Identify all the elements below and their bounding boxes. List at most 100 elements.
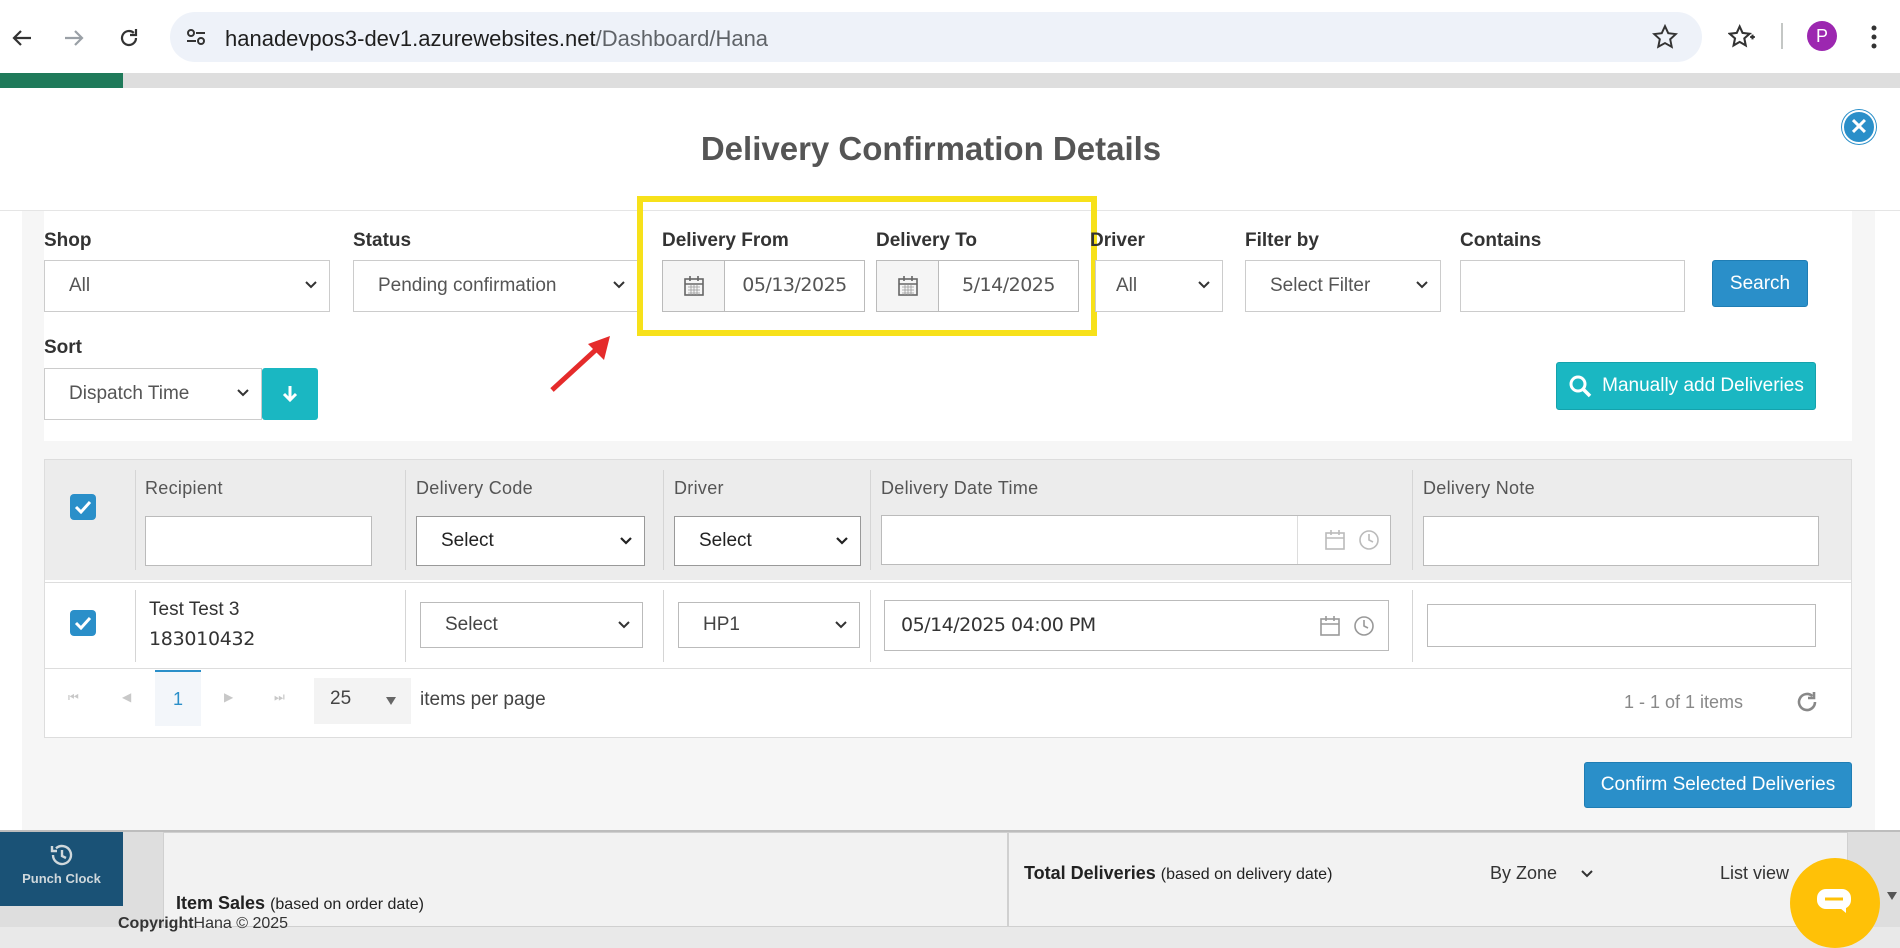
driver-label: Driver [1090, 230, 1145, 251]
contains-input[interactable] [1460, 260, 1685, 312]
page-number-current[interactable]: 1 [155, 670, 201, 726]
calendar-icon[interactable] [1319, 615, 1341, 637]
status-select[interactable]: Pending confirmation [353, 260, 638, 312]
shop-select[interactable]: All [44, 260, 330, 312]
driver-select[interactable]: All [1095, 260, 1223, 312]
address-bar[interactable]: hanadevpos3-dev1.azurewebsites.net/Dashb… [170, 12, 1702, 62]
header-recipient[interactable]: Recipient [145, 478, 223, 499]
recipient-phone: 183010432 [149, 628, 256, 650]
recipient-name: Test Test 3 [149, 599, 240, 620]
search-button[interactable]: Search [1712, 260, 1808, 307]
confirm-selected-deliveries-button[interactable]: Confirm Selected Deliveries [1584, 762, 1852, 808]
url-path: /Dashboard/Hana [595, 26, 769, 51]
header-driver[interactable]: Driver [674, 478, 724, 499]
browser-menu-icon[interactable] [1870, 24, 1878, 55]
chevron-down-icon [1581, 870, 1593, 878]
punch-clock-label: Punch Clock [22, 871, 101, 886]
chevron-down-icon [613, 281, 625, 289]
clock-icon[interactable] [1358, 529, 1380, 551]
delivery-datetime-filter[interactable] [881, 515, 1391, 565]
filter-by-select-value: Select Filter [1270, 275, 1371, 296]
item-sales-title-text: Item Sales [176, 893, 266, 913]
column-divider [1412, 470, 1413, 570]
row-driver-select[interactable]: HP1 [678, 602, 860, 648]
recipient-filter-input[interactable] [145, 516, 372, 566]
column-divider [663, 590, 664, 662]
shop-label: Shop [44, 230, 92, 251]
row-delivery-code-select[interactable]: Select [420, 602, 643, 648]
by-zone-label: By Zone [1490, 863, 1558, 883]
item-sales-note: (based on order date) [270, 896, 424, 913]
delivery-note-filter-input[interactable] [1423, 516, 1819, 566]
forward-icon[interactable] [60, 24, 88, 52]
contains-label: Contains [1460, 230, 1542, 251]
sort-label: Sort [44, 337, 82, 358]
sort-select-value: Dispatch Time [69, 383, 190, 404]
modal-title: Delivery Confirmation Details [700, 130, 1162, 167]
driver-filter-value: Select [699, 530, 752, 551]
filter-by-select[interactable]: Select Filter [1245, 260, 1441, 312]
chevron-down-icon [836, 537, 848, 545]
column-divider [405, 470, 406, 570]
checkmark-icon [74, 500, 92, 514]
manually-add-deliveries-button[interactable]: Manually add Deliveries [1556, 362, 1816, 410]
row-delivery-datetime-value: 05/14/2025 04:00 PM [901, 614, 1096, 636]
chat-launcher-button[interactable] [1790, 858, 1880, 948]
next-page-icon[interactable]: ▶ [224, 690, 233, 704]
back-icon[interactable] [8, 24, 36, 52]
url-host: hanadevpos3-dev1.azurewebsites.net [225, 26, 596, 51]
chat-icon [1817, 889, 1851, 913]
checkmark-icon [74, 616, 92, 630]
status-label: Status [353, 230, 412, 251]
select-all-checkbox[interactable] [70, 494, 96, 520]
reload-icon[interactable] [115, 24, 143, 52]
profile-avatar[interactable]: P [1807, 21, 1837, 51]
clock-icon[interactable] [1353, 615, 1375, 637]
chevron-down-icon [1416, 281, 1428, 289]
last-page-icon[interactable]: ⏭ [274, 690, 285, 705]
list-view-toggle[interactable]: List view [1720, 863, 1789, 884]
copyright-bold: Copyright [118, 915, 194, 932]
clock-history-icon [0, 842, 123, 871]
row-delivery-datetime-input[interactable]: 05/14/2025 04:00 PM [884, 600, 1389, 651]
row-delivery-note-input[interactable] [1427, 604, 1816, 647]
toolbar-divider [1781, 23, 1783, 49]
modal-bottom-border [0, 830, 1900, 832]
calendar-icon[interactable] [1324, 529, 1346, 551]
page-size-value: 25 [330, 688, 352, 709]
url-text: hanadevpos3-dev1.azurewebsites.net/Dashb… [225, 26, 768, 52]
bookmarks-icon[interactable] [1727, 23, 1756, 56]
filter-by-label: Filter by [1245, 230, 1319, 251]
delivery-code-filter-select[interactable]: Select [416, 516, 645, 566]
previous-page-icon[interactable]: ◀ [122, 690, 131, 704]
row-checkbox[interactable] [70, 610, 96, 636]
column-divider [870, 590, 871, 662]
first-page-icon[interactable]: ⏮ [68, 690, 79, 705]
column-divider [135, 590, 136, 662]
pager-summary: 1 - 1 of 1 items [1624, 692, 1744, 712]
copyright-text: Hana © 2025 [193, 915, 289, 932]
punch-clock-button[interactable]: Punch Clock [0, 832, 123, 906]
close-modal-button[interactable]: ✕ [1842, 110, 1876, 144]
header-delivery-date-time[interactable]: Delivery Date Time [881, 478, 1038, 499]
close-icon: ✕ [1849, 114, 1869, 139]
sort-select[interactable]: Dispatch Time [44, 368, 262, 420]
column-divider [663, 470, 664, 570]
header-delivery-note[interactable]: Delivery Note [1423, 478, 1535, 499]
search-icon [1569, 375, 1592, 398]
refresh-icon[interactable] [1794, 689, 1820, 720]
bookmark-star-icon[interactable] [1651, 23, 1679, 55]
caret-down-icon [386, 697, 396, 705]
header-delivery-code[interactable]: Delivery Code [416, 478, 533, 499]
chevron-down-icon [305, 281, 317, 289]
site-info-icon[interactable] [184, 25, 208, 54]
arrow-down-icon [282, 386, 298, 403]
by-zone-dropdown[interactable]: By Zone [1490, 863, 1594, 884]
driver-filter-select[interactable]: Select [674, 516, 861, 566]
scroll-down-icon[interactable] [1886, 888, 1898, 906]
sort-direction-button[interactable] [262, 368, 318, 420]
page-size-select[interactable]: 25 [314, 678, 411, 724]
total-deliveries-title-text: Total Deliveries [1024, 863, 1156, 883]
chevron-down-icon [620, 537, 632, 545]
total-deliveries-note: (based on delivery date) [1160, 866, 1333, 883]
